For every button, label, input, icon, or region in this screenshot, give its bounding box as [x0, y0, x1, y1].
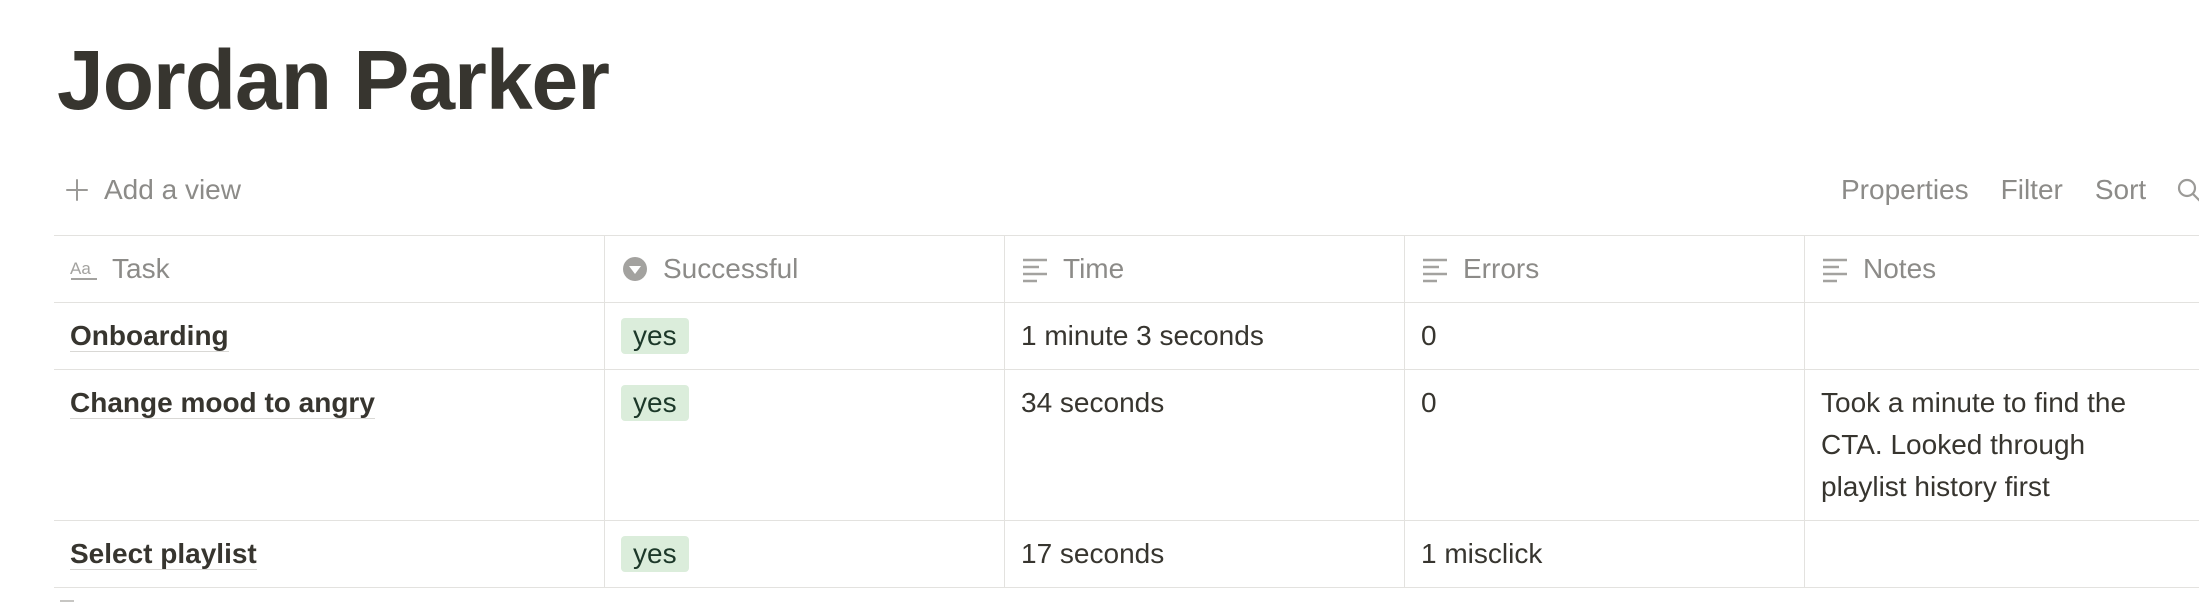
svg-text:Aa: Aa [70, 259, 91, 278]
errors-cell[interactable]: 0 [1405, 303, 1805, 369]
notes-cell[interactable] [1805, 521, 2199, 587]
task-link[interactable]: Select playlist [70, 538, 257, 570]
time-cell[interactable]: 17 seconds [1005, 521, 1405, 587]
lines-icon [1423, 258, 1447, 283]
time-cell[interactable]: 34 seconds [1005, 370, 1405, 520]
errors-cell[interactable]: 1 misclick [1405, 521, 1805, 587]
column-label: Successful [663, 253, 799, 284]
task-cell[interactable]: Onboarding [54, 303, 605, 369]
task-cell[interactable]: Select playlist [54, 521, 605, 587]
text-aa-icon: Aa [70, 259, 97, 280]
lines-icon [1023, 258, 1047, 283]
select-dropdown-icon [623, 257, 647, 281]
table-row[interactable]: Change mood to angry yes 34 seconds 0 To… [54, 370, 2199, 521]
properties-button[interactable]: Properties [1841, 174, 1969, 206]
lines-icon [1823, 258, 1847, 283]
table-header-row: Aa Task Successful Time Errors Notes [54, 236, 2199, 303]
errors-cell[interactable]: 0 [1405, 370, 1805, 520]
column-label: Task [112, 253, 170, 284]
column-label: Errors [1463, 253, 1540, 284]
column-header-notes[interactable]: Notes [1805, 236, 2199, 302]
search-icon[interactable] [2176, 177, 2199, 203]
notes-cell[interactable]: Took a minute to find the CTA. Looked th… [1805, 370, 2199, 520]
add-view-button[interactable]: Add a view [64, 174, 241, 206]
status-tag[interactable]: yes [621, 318, 689, 354]
time-cell[interactable]: 1 minute 3 seconds [1005, 303, 1405, 369]
page-title[interactable]: Jordan Parker [57, 38, 610, 122]
column-header-task[interactable]: Aa Task [54, 236, 605, 302]
task-link[interactable]: Onboarding [70, 320, 229, 352]
column-header-errors[interactable]: Errors [1405, 236, 1805, 302]
table-row[interactable]: Onboarding yes 1 minute 3 seconds 0 [54, 303, 2199, 370]
successful-cell[interactable]: yes [605, 521, 1005, 587]
column-label: Notes [1863, 253, 1937, 284]
sort-button[interactable]: Sort [2095, 174, 2146, 206]
filter-button[interactable]: Filter [2001, 174, 2063, 206]
add-view-label: Add a view [104, 174, 241, 205]
column-label: Time [1063, 253, 1125, 284]
status-tag[interactable]: yes [621, 385, 689, 421]
plus-icon [66, 179, 88, 201]
table-row[interactable]: Select playlist yes 17 seconds 1 misclic… [54, 521, 2199, 587]
status-tag[interactable]: yes [621, 536, 689, 572]
task-cell[interactable]: Change mood to angry [54, 370, 605, 520]
view-bar: Add a view Properties Filter Sort [54, 166, 2199, 218]
column-header-time[interactable]: Time [1005, 236, 1405, 302]
notes-cell[interactable] [1805, 303, 2199, 369]
task-link[interactable]: Change mood to angry [70, 387, 375, 419]
successful-cell[interactable]: yes [605, 370, 1005, 520]
database-table: Aa Task Successful Time Errors Notes Onb… [54, 235, 2199, 588]
view-toolbar: Properties Filter Sort [1841, 174, 2199, 206]
successful-cell[interactable]: yes [605, 303, 1005, 369]
new-row-hint [60, 600, 74, 610]
column-header-successful[interactable]: Successful [605, 236, 1005, 302]
